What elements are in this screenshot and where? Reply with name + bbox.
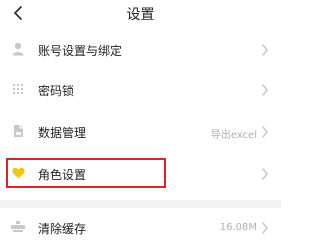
broom-icon xyxy=(11,220,25,234)
settings-row-label: 密码锁 xyxy=(38,84,75,98)
settings-row-label: 清除缓存 xyxy=(38,222,87,236)
page-title: 设置 xyxy=(126,7,155,23)
grid-dots-icon xyxy=(11,82,25,96)
document-icon xyxy=(11,124,25,138)
settings-row-label: 数据管理 xyxy=(38,126,87,140)
chevron-right-icon xyxy=(262,222,268,234)
settings-row-label: 账号设置与绑定 xyxy=(38,44,123,58)
settings-row-data-management[interactable]: 数据管理 导出excel xyxy=(0,112,281,150)
chevron-right-icon xyxy=(262,44,268,56)
cache-size-text: 16.08M xyxy=(219,222,257,233)
chevron-right-icon xyxy=(262,84,268,96)
chevron-right-icon xyxy=(262,126,268,138)
export-excel-text: 导出excel xyxy=(210,130,257,141)
highlight-box xyxy=(6,158,166,188)
section-divider xyxy=(0,200,281,208)
settings-row-account[interactable]: 账号设置与绑定 xyxy=(0,30,281,68)
user-icon xyxy=(11,42,25,56)
header: 设置 xyxy=(0,0,281,30)
settings-row-password-lock[interactable]: 密码锁 xyxy=(0,70,281,108)
chevron-right-icon xyxy=(262,168,268,180)
settings-row-clear-cache[interactable]: 清除缓存 16.08M xyxy=(0,208,281,246)
